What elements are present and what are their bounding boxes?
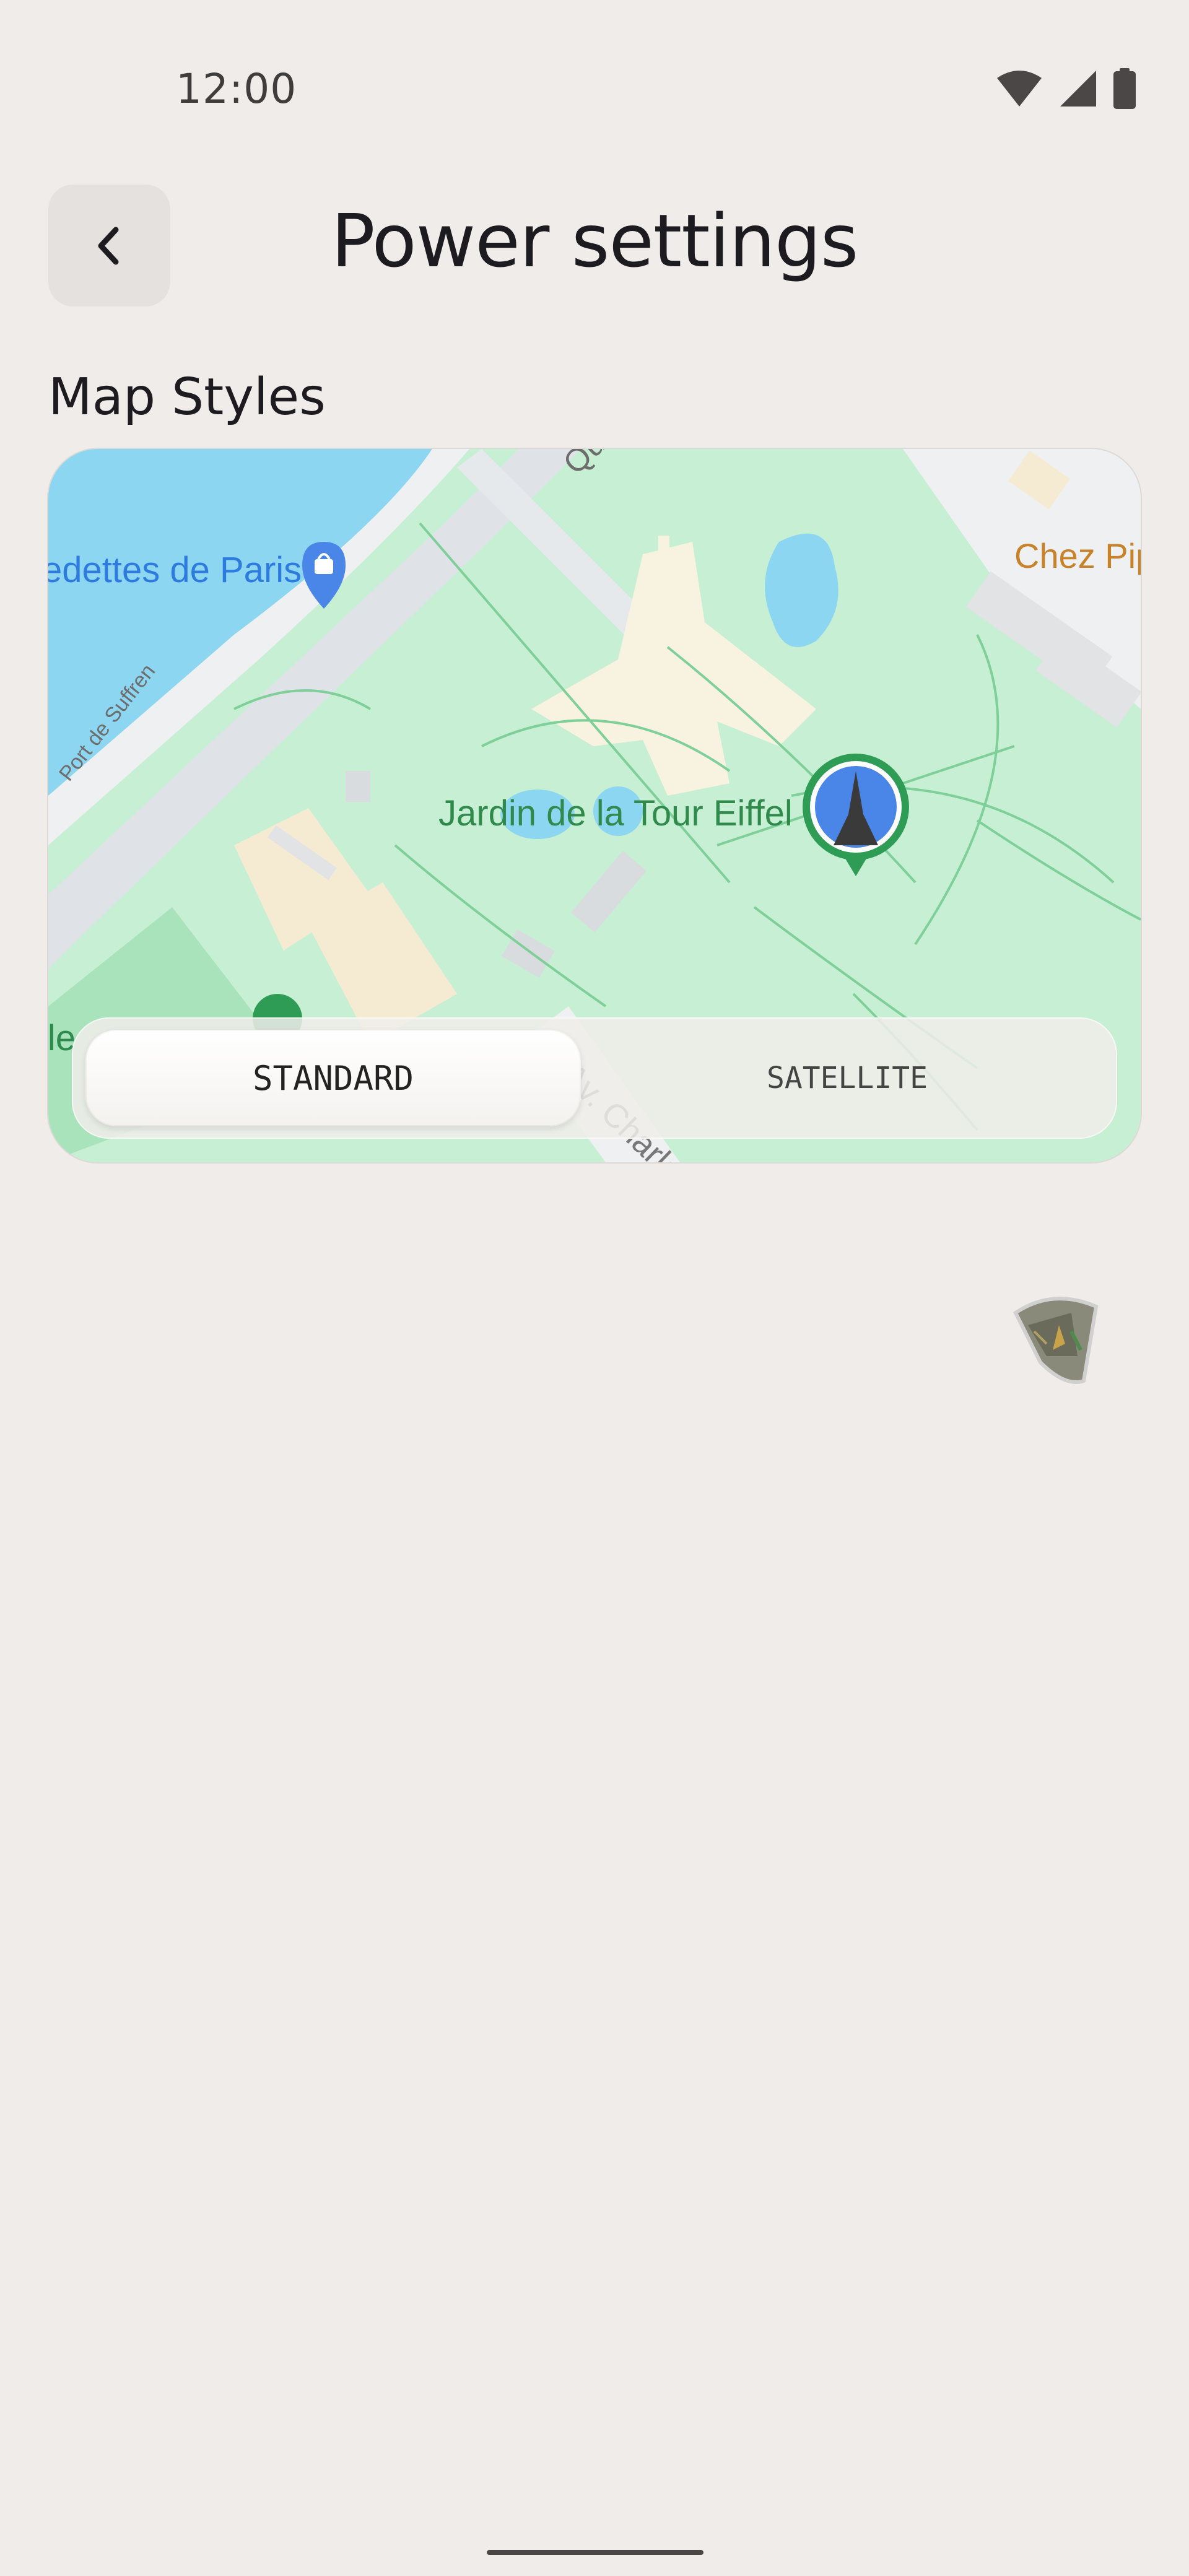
status-time: 12:00: [176, 65, 297, 113]
page-title: Power settings: [331, 198, 859, 284]
satellite-map-thumbnail-icon[interactable]: [1003, 1288, 1102, 1393]
map-label-vedettes: edettes de Paris: [48, 550, 302, 590]
section-title: Map Styles: [48, 368, 326, 427]
status-bar: 12:00: [0, 0, 1189, 155]
status-icons: [996, 68, 1136, 109]
wifi-icon: [997, 71, 1042, 107]
cellular-signal-icon: [1060, 71, 1096, 107]
satellite-option[interactable]: SATELLITE: [599, 1030, 1095, 1126]
map-label-chez: Chez Pip: [1014, 536, 1141, 575]
gesture-navigation-bar[interactable]: [487, 2550, 703, 2555]
map-preview[interactable]: edettes de Paris Jardin de la Tour Eiffe…: [48, 449, 1141, 1162]
standard-option[interactable]: STANDARD: [85, 1030, 581, 1126]
map-label-jardin: Jardin de la Tour Eiffel: [438, 793, 793, 833]
battery-icon: [1113, 68, 1136, 109]
map-style-segmented-control: STANDARD SATELLITE: [72, 1017, 1117, 1139]
